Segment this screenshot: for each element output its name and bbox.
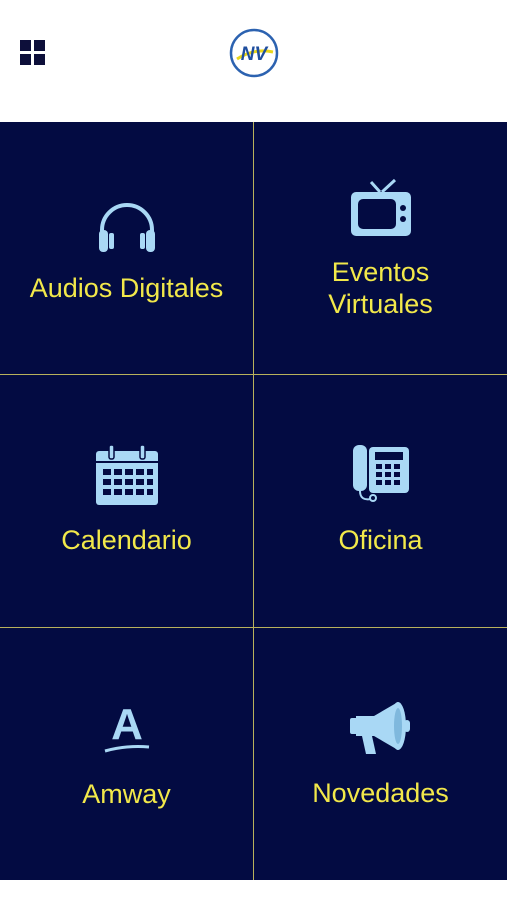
divider-horizontal (0, 374, 507, 375)
amway-logo-icon: A (92, 690, 162, 760)
tile-amway[interactable]: A Amway (0, 628, 253, 880)
tile-novedades[interactable]: Novedades (254, 628, 507, 880)
divider-horizontal (0, 627, 507, 628)
tile-label: Audios Digitales (29, 273, 224, 303)
tile-calendario[interactable]: Calendario (0, 375, 253, 627)
headphones-icon (92, 192, 162, 262)
tile-oficina[interactable]: Oficina (254, 375, 507, 627)
tile-label: Oficina (338, 525, 423, 555)
tile-label-line1: Eventos (331, 257, 430, 287)
tile-label: Novedades (312, 778, 449, 808)
divider-vertical (253, 122, 254, 880)
tile-label-line2: Virtuales (328, 289, 433, 319)
tile-audios-digitales[interactable]: Audios Digitales (0, 122, 253, 374)
menu-grid: Audios Digitales Eventos Virtuales Calen… (0, 122, 507, 880)
tile-label: Amway (82, 779, 171, 809)
tile-eventos-virtuales[interactable]: Eventos Virtuales (254, 122, 507, 374)
tile-label: Calendario (61, 525, 192, 555)
svg-text:A: A (111, 700, 143, 749)
logo-text: NV (241, 44, 269, 65)
phone-icon (346, 439, 416, 509)
megaphone-icon (346, 692, 416, 762)
grid-menu-icon[interactable] (20, 40, 46, 66)
tv-icon (346, 174, 416, 244)
footer-bar (0, 880, 507, 900)
calendar-icon (92, 440, 162, 510)
app-header: NV (0, 0, 507, 122)
app-logo: NV (229, 28, 279, 78)
